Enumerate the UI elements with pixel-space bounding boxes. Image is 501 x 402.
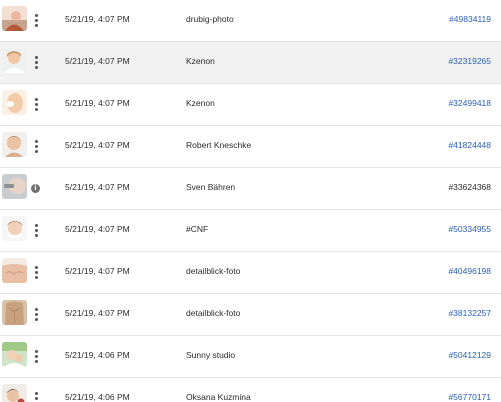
license-date: 5/21/19, 4:06 PM <box>65 392 130 402</box>
photo-thumbnail[interactable] <box>2 90 27 115</box>
photo-thumbnail[interactable] <box>2 384 27 402</box>
asset-id-link[interactable]: #38132257 <box>448 308 491 318</box>
photo-thumbnail[interactable] <box>2 48 27 73</box>
author-name: Robert Kneschke <box>186 140 252 150</box>
asset-id-link[interactable]: #32499418 <box>448 98 491 108</box>
list-row[interactable]: 5/21/19, 4:06 PM Oksana Kuzmina #5677017… <box>0 378 501 402</box>
license-date: 5/21/19, 4:07 PM <box>65 308 130 318</box>
more-options-button[interactable] <box>30 220 42 240</box>
author-name: Sven Bähren <box>186 182 236 192</box>
more-options-button[interactable] <box>30 262 42 282</box>
author-name: drubig-photo <box>186 14 234 24</box>
author-name: detailblick-foto <box>186 266 241 276</box>
photo-thumbnail[interactable] <box>2 300 27 325</box>
author-name: Kzenon <box>186 98 215 108</box>
asset-id-link[interactable]: #32319265 <box>448 56 491 66</box>
more-options-button[interactable] <box>30 304 42 324</box>
author-name: #CNF <box>186 224 209 234</box>
photo-thumbnail[interactable] <box>2 216 27 241</box>
photo-thumbnail[interactable] <box>2 132 27 157</box>
photo-thumbnail[interactable] <box>2 342 27 367</box>
license-date: 5/21/19, 4:07 PM <box>65 56 130 66</box>
asset-id-link[interactable]: #49834119 <box>449 14 491 24</box>
more-vertical-icon <box>34 349 38 353</box>
more-vertical-icon <box>34 139 38 143</box>
list-row[interactable]: 5/21/19, 4:07 PM Kzenon #32499418 <box>0 84 501 126</box>
author-name: Sunny studio <box>186 350 236 360</box>
more-vertical-icon <box>34 55 38 59</box>
list-row[interactable]: 5/21/19, 4:07 PM #CNF #50334955 <box>0 210 501 252</box>
asset-id-link[interactable]: #56770171 <box>448 392 491 402</box>
more-vertical-icon <box>34 97 38 101</box>
license-date: 5/21/19, 4:07 PM <box>65 14 130 24</box>
asset-id-link[interactable]: #50412129 <box>448 350 491 360</box>
photo-thumbnail[interactable] <box>2 258 27 283</box>
license-date: 5/21/19, 4:06 PM <box>65 350 130 360</box>
list-row[interactable]: 5/21/19, 4:07 PM Robert Kneschke #418244… <box>0 126 501 168</box>
photo-thumbnail[interactable] <box>2 174 27 199</box>
author-name: detailblick-foto <box>186 308 241 318</box>
more-options-button[interactable] <box>30 346 42 366</box>
info-icon[interactable]: i <box>31 184 40 193</box>
asset-id-link[interactable]: #50334955 <box>448 224 491 234</box>
license-history-list: 5/21/19, 4:07 PM drubig-photo #49834119 … <box>0 0 501 402</box>
license-date: 5/21/19, 4:07 PM <box>65 224 130 234</box>
list-row[interactable]: 5/21/19, 4:07 PM drubig-photo #49834119 <box>0 0 501 42</box>
license-date: 5/21/19, 4:07 PM <box>65 98 130 108</box>
author-name: Oksana Kuzmina <box>186 392 251 402</box>
asset-id-text: #33624368 <box>448 182 491 192</box>
list-row[interactable]: 5/21/19, 4:06 PM Sunny studio #50412129 <box>0 336 501 378</box>
more-options-button[interactable] <box>30 52 42 72</box>
license-date: 5/21/19, 4:07 PM <box>65 140 130 150</box>
list-row[interactable]: i 5/21/19, 4:07 PM Sven Bähren #33624368 <box>0 168 501 210</box>
more-vertical-icon <box>34 265 38 269</box>
more-options-button[interactable] <box>30 136 42 156</box>
more-options-button[interactable] <box>30 388 42 402</box>
asset-id-link[interactable]: #40496198 <box>448 266 491 276</box>
photo-thumbnail[interactable] <box>2 6 27 31</box>
author-name: Kzenon <box>186 56 215 66</box>
more-options-button[interactable] <box>30 94 42 114</box>
more-vertical-icon <box>34 223 38 227</box>
more-vertical-icon <box>34 307 38 311</box>
more-vertical-icon <box>34 391 38 395</box>
list-row[interactable]: 5/21/19, 4:07 PM Kzenon #32319265 <box>0 42 501 84</box>
list-row[interactable]: 5/21/19, 4:07 PM detailblick-foto #38132… <box>0 294 501 336</box>
more-options-button[interactable] <box>30 10 42 30</box>
more-vertical-icon <box>34 13 38 17</box>
license-date: 5/21/19, 4:07 PM <box>65 182 130 192</box>
list-row[interactable]: 5/21/19, 4:07 PM detailblick-foto #40496… <box>0 252 501 294</box>
license-date: 5/21/19, 4:07 PM <box>65 266 130 276</box>
asset-id-link[interactable]: #41824448 <box>448 140 491 150</box>
